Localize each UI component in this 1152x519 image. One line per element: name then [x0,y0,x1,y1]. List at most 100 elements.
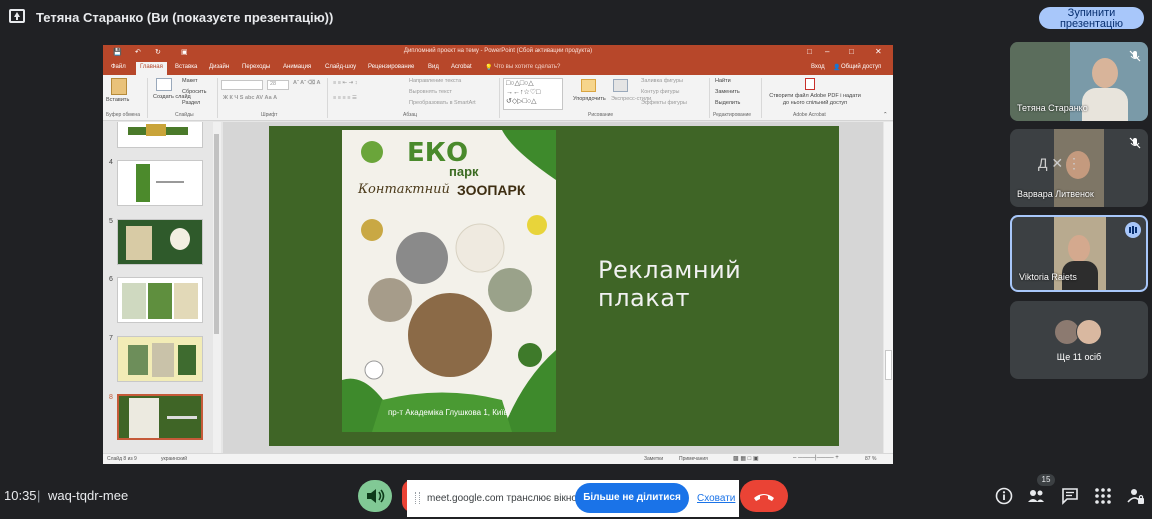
maximize-icon[interactable]: □ [849,47,854,56]
leave-call-button[interactable] [740,480,788,512]
font-name-field[interactable] [221,80,263,90]
ribbon-display-icon[interactable]: □ [807,47,812,56]
tab-insert[interactable]: Вставка [175,64,197,70]
close-icon[interactable]: ✕ [875,47,882,56]
new-slide-icon[interactable] [156,78,172,91]
font-grow-shrink-icons[interactable]: Aˆ Aˇ ⌫ A [293,80,321,86]
slide-thumbnail-8-selected[interactable] [117,394,203,440]
activities-grid-icon[interactable] [1094,487,1112,505]
text-direction-button[interactable]: Направление текста [409,78,461,84]
poster-subtitle-contact: Контактний [358,182,450,197]
slide-thumbnail-6[interactable] [117,277,203,323]
paste-button[interactable]: Вставить [106,97,129,103]
people-icon[interactable] [1027,487,1045,505]
tab-slideshow[interactable]: Слайд-шоу [325,64,356,70]
ppt-title-bar: 💾 ↶ ↻ ▣ Дипломний проєкт на тему - Power… [103,45,893,61]
section-button[interactable]: Раздел [182,100,200,106]
create-adobe-pdf-button[interactable]: Створити файл Adobe PDF і надати до ньог… [767,93,863,107]
tile-overlay-icons[interactable]: Д ✕ ⋮ [1038,155,1081,172]
sign-in-link[interactable]: Вход [811,64,825,70]
drag-handle-icon[interactable] [415,492,420,504]
shared-powerpoint-window: 💾 ↶ ↻ ▣ Дипломний проєкт на тему - Power… [103,45,893,464]
arrange-button[interactable]: Упорядочить [573,96,606,102]
chat-icon[interactable] [1061,487,1079,505]
zoom-level[interactable]: 87 % [865,456,876,462]
align-format-icons[interactable]: ≡ ≡ ≡ ≡ ☰ [333,95,357,101]
slide-thumbnail-4[interactable] [117,160,203,206]
ppt-ribbon: Вставить Буфер обмена Создать слайд Маке… [103,75,893,121]
presenting-title: Тетяна Старанко (Ви (показуєте презентац… [36,10,334,25]
arrange-icon[interactable] [581,79,596,92]
microphone-button[interactable] [358,480,392,512]
tab-review[interactable]: Рецензирование [368,64,414,70]
participant-tile-speaking[interactable]: Viktoria Raiets [1010,215,1148,292]
participant-tile[interactable]: Тетяна Старанко [1010,42,1148,121]
meeting-info-icon[interactable] [995,487,1013,505]
more-participants-tile[interactable]: Ще 11 осіб [1010,301,1148,379]
layout-button[interactable]: Макет [182,78,198,84]
shape-effects-button[interactable]: Эффекты фигуры [641,100,687,106]
slide-thumbnail-7[interactable] [117,336,203,382]
shape-fill-button[interactable]: Заливка фигуры [641,78,683,84]
quick-styles-icon[interactable] [613,79,628,92]
ribbon-separator [499,78,500,118]
tab-acrobat[interactable]: Acrobat [451,64,472,70]
collapse-ribbon-icon[interactable]: ⌃ [883,112,888,118]
align-text-button[interactable]: Выровнять текст [409,89,452,95]
editor-scrollbar-thumb[interactable] [885,350,892,380]
shapes-gallery[interactable]: □○△□○△ →←↑☆♡□ ↺◇▷□○△ [503,78,563,110]
font-format-icons[interactable]: Ж К Ч S abc AV Аа A [223,95,277,101]
paste-icon[interactable] [111,78,127,95]
adobe-pdf-icon[interactable] [805,78,815,90]
drawing-group-label: Рисование [588,112,614,118]
smartart-button[interactable]: Преобразовать в SmartArt [409,100,476,106]
find-button[interactable]: Найти [715,78,731,84]
thumbnails-scrollbar-thumb[interactable] [214,134,219,334]
participant-name: Варвара Литвенок [1017,189,1094,199]
replace-button[interactable]: Заменить [715,89,740,95]
clipboard-group-label: Буфер обмена [106,112,140,118]
reset-button[interactable]: Сбросить [182,89,206,95]
tab-transitions[interactable]: Переходы [242,64,270,70]
screen-share-notification: meet.google.com транслює вікно. Більше н… [407,480,739,517]
avatar [1076,319,1102,345]
slide-heading[interactable]: Рекламний плакат [598,256,839,312]
ppt-window-title: Дипломний проєкт на тему - PowerPoint (С… [403,48,593,54]
tab-home[interactable]: Главная [136,62,167,75]
current-slide[interactable]: ЕКО парк Контактний ЗООПАРК пр-т Академі… [269,126,839,446]
tab-design[interactable]: Дизайн [209,64,229,70]
editor-scrollbar[interactable] [884,122,893,453]
muted-mic-icon [1129,50,1141,62]
thumbnails-scrollbar[interactable] [213,122,221,453]
list-format-icons[interactable]: ≡ ≡ ⇤ ⇥ ↕ [333,80,358,86]
notes-button[interactable]: Заметки [644,456,663,462]
speaking-indicator-icon [1125,222,1141,238]
stop-sharing-button[interactable]: Більше не ділитися [575,483,689,513]
top-bar: Тетяна Старанко (Ви (показуєте презентац… [0,0,1152,34]
ribbon-separator [147,78,148,118]
shape-outline-button[interactable]: Контур фигуры [641,89,679,95]
ppt-status-bar: Слайд 8 из 9 украинский Заметки Примечан… [103,453,893,464]
slide-thumbnail-3[interactable] [117,122,203,148]
tab-animation[interactable]: Анимация [283,64,311,70]
tab-view[interactable]: Вид [428,64,439,70]
host-controls-lock-icon[interactable] [1127,487,1145,505]
view-mode-icons[interactable]: ▩ ▦ □ ▣ [733,455,759,462]
minimize-icon[interactable]: – [825,47,829,56]
zoo-poster-image[interactable]: ЕКО парк Контактний ЗООПАРК пр-т Академі… [342,130,556,432]
share-link[interactable]: Общий доступ [841,64,881,70]
tell-me-search[interactable]: Что вы хотите сделать? [494,64,560,70]
more-participants-label: Ще 11 осіб [1056,352,1102,362]
tab-file[interactable]: Файл [111,64,126,70]
slide-thumbnail-5[interactable] [117,219,203,265]
font-size-field[interactable]: 28 [267,80,289,90]
select-button[interactable]: Выделить [715,100,740,106]
stop-presenting-button[interactable]: Зупинити презентацію [1039,7,1144,30]
hide-notification-link[interactable]: Сховати [697,493,735,504]
participant-tile[interactable]: Д ✕ ⋮ Варвара Литвенок [1010,129,1148,207]
poster-logo-park: парк [449,164,479,179]
editing-group-label: Редактирование [713,112,752,118]
comments-button[interactable]: Примечания [679,456,708,462]
zoom-slider[interactable]: – ────|──── + [793,455,839,461]
language-indicator[interactable]: украинский [161,456,187,462]
